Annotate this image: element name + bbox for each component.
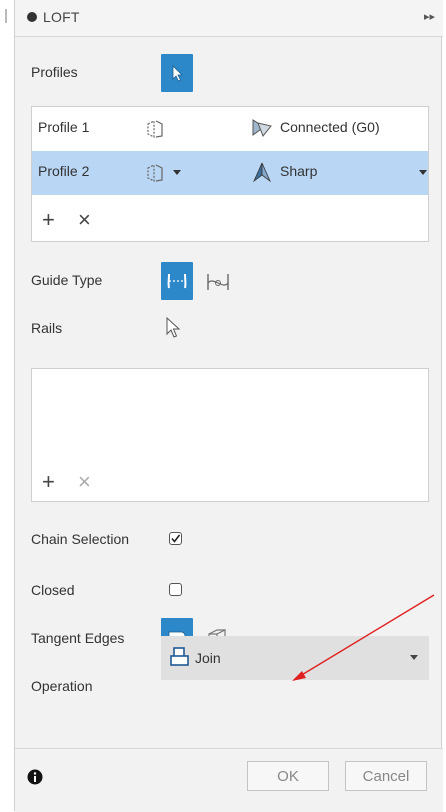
remove-rail-icon: × [78,469,91,494]
info-icon[interactable] [27,769,43,785]
ok-button[interactable]: OK [247,761,329,791]
profile-tangency-icon[interactable] [144,118,166,140]
profiles-label: Profiles [31,64,78,80]
profile-row-2[interactable]: Profile 2 Sharp [32,151,428,195]
connected-g0-icon [252,119,272,137]
dialog-title: LOFT [43,9,80,25]
chevron-down-icon [410,655,418,660]
loft-dialog: LOFT ▸▸ Profiles Profile 1 Connected (G0… [5,0,443,812]
rails-label: Rails [31,320,63,336]
profile-name: Profile 2 [38,163,90,179]
chain-selection-label: Chain Selection [31,531,130,547]
chain-selection-checkbox[interactable] [169,532,182,545]
expand-icon[interactable]: ▸▸ [424,10,435,23]
profile-continuity: Sharp [280,163,318,179]
profile-row-1[interactable]: Profile 1 Connected (G0) [32,107,428,151]
operation-value: Join [195,650,221,666]
drag-grip[interactable] [5,9,7,23]
checkmark-icon [171,534,181,543]
title-bar[interactable]: LOFT ▸▸ [5,0,443,37]
operation-label: Operation [31,678,93,694]
add-profile-icon[interactable]: + [42,207,55,233]
rails-list: + × [31,368,429,502]
rails-select-cursor-icon[interactable] [161,312,185,344]
closed-checkbox[interactable] [169,583,182,596]
cancel-button[interactable]: Cancel [345,761,427,791]
profiles-select-button[interactable] [161,54,193,92]
cursor-arrow-icon [172,65,183,82]
chevron-down-icon[interactable] [418,169,428,177]
profiles-list: Profile 1 Connected (G0) Profile 2 Sharp… [31,106,429,242]
remove-profile-icon[interactable]: × [78,207,91,233]
profile-continuity: Connected (G0) [280,119,380,135]
tangent-edges-label: Tangent Edges [31,630,125,646]
operation-dropdown[interactable]: Join [161,636,429,680]
dialog-footer: OK Cancel [15,748,443,812]
join-operation-icon [170,647,189,666]
rails-guide-icon [167,273,187,289]
centerline-guide-icon[interactable] [203,270,233,296]
add-rail-icon[interactable]: + [42,469,55,495]
sharp-continuity-icon [253,162,271,183]
chevron-down-icon[interactable] [172,169,182,177]
profile-name: Profile 1 [38,119,90,135]
loft-icon [27,12,37,22]
guide-type-label: Guide Type [31,272,103,288]
profile-tangency-icon[interactable] [144,162,166,184]
closed-label: Closed [31,582,75,598]
guide-type-rails-button[interactable] [161,262,193,300]
